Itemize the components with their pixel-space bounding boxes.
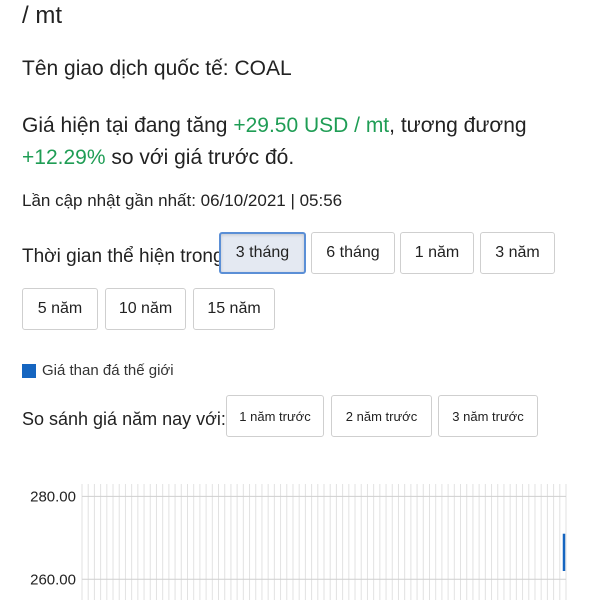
range-button-15-years[interactable]: 15 năm bbox=[193, 288, 275, 330]
time-range-label: Thời gian thể hiện trong: bbox=[22, 246, 229, 267]
y-tick-label: 260.00 bbox=[30, 571, 76, 588]
last-updated: Lần cập nhật gần nhất: 06/10/2021 | 05:5… bbox=[22, 191, 343, 210]
price-chart: 280.00 260.00 bbox=[30, 484, 567, 600]
legend-swatch bbox=[22, 363, 36, 378]
range-button-10-years[interactable]: 10 năm bbox=[105, 288, 186, 330]
range-button-6-months[interactable]: 6 tháng bbox=[311, 232, 395, 274]
chart-legend: Giá than đá thế giới bbox=[22, 362, 174, 379]
compare-button-2-years-ago[interactable]: 2 năm trước bbox=[331, 395, 432, 437]
compare-button-3-years-ago[interactable]: 3 năm trước bbox=[438, 395, 538, 437]
range-button-5-years[interactable]: 5 năm bbox=[22, 288, 98, 330]
price-change-text: Giá hiện tại đang tăng +29.50 USD / mt, … bbox=[22, 110, 582, 174]
legend-label: Giá than đá thế giới bbox=[42, 362, 174, 379]
range-button-3-years[interactable]: 3 năm bbox=[480, 232, 555, 274]
compare-label: So sánh giá năm nay với: bbox=[22, 409, 226, 429]
y-tick-label: 280.00 bbox=[30, 488, 76, 505]
compare-button-1-year-ago[interactable]: 1 năm trước bbox=[226, 395, 324, 437]
range-button-1-year[interactable]: 1 năm bbox=[400, 232, 474, 274]
price-change-suffix: so với giá trước đó. bbox=[105, 146, 295, 169]
price-change-prefix: Giá hiện tại đang tăng bbox=[22, 114, 234, 137]
international-ticker: Tên giao dịch quốc tế: COAL bbox=[22, 57, 292, 80]
price-change-middle: , tương đương bbox=[389, 114, 527, 137]
range-button-3-months[interactable]: 3 tháng bbox=[219, 232, 306, 274]
price-change-value: +29.50 USD / mt bbox=[233, 114, 390, 137]
price-change-percent: +12.29% bbox=[22, 146, 106, 169]
price-unit-fragment: / mt bbox=[22, 2, 62, 29]
